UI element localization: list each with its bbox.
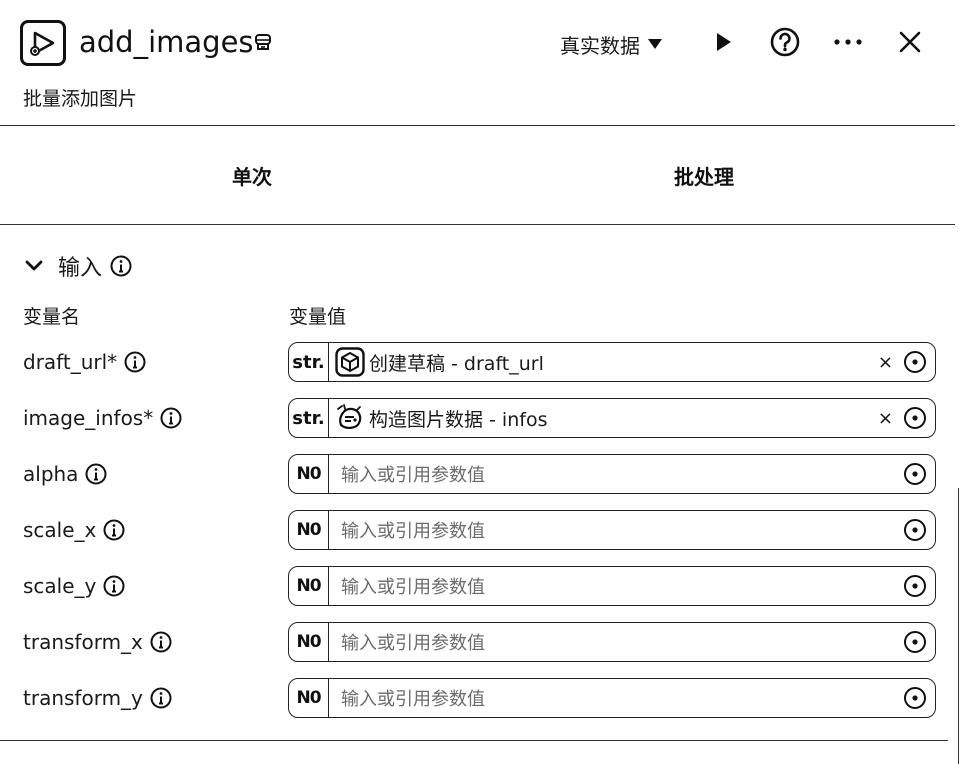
param-name-transform-y: transform_y xyxy=(23,678,172,718)
info-icon[interactable] xyxy=(85,463,107,485)
param-name-scale-x: scale_x xyxy=(23,510,125,550)
column-header-name: 变量名 xyxy=(23,306,81,328)
chevron-down-icon xyxy=(25,260,43,271)
value-input[interactable]: 输入或引用参数值 xyxy=(341,629,903,655)
type-tag: str. xyxy=(289,343,329,381)
info-icon[interactable] xyxy=(150,687,172,709)
divider xyxy=(0,224,955,225)
param-value-scale-x[interactable]: N0 输入或引用参数值 xyxy=(288,510,936,550)
section-title: 输入 xyxy=(58,256,103,281)
info-icon[interactable] xyxy=(110,255,132,277)
node-description: 批量添加图片 xyxy=(23,88,138,110)
variable-picker-icon[interactable] xyxy=(903,462,927,486)
info-icon[interactable] xyxy=(124,351,146,373)
divider xyxy=(0,740,948,741)
variable-picker-icon[interactable] xyxy=(903,574,927,598)
param-name-draft-url: draft_url* xyxy=(23,342,146,382)
variable-picker-icon[interactable] xyxy=(903,406,927,430)
param-value-image-infos[interactable]: str. 构造图片数据 - infos × xyxy=(288,398,936,438)
type-tag: N0 xyxy=(289,679,329,717)
variable-picker-icon[interactable] xyxy=(903,686,927,710)
reference-value[interactable]: 构造图片数据 - infos xyxy=(335,403,878,433)
variable-picker-icon[interactable] xyxy=(903,630,927,654)
param-value-alpha[interactable]: N0 输入或引用参数值 xyxy=(288,454,936,494)
input-section-toggle[interactable]: 输入 xyxy=(24,250,132,282)
value-input[interactable]: 输入或引用参数值 xyxy=(341,461,903,487)
close-button[interactable] xyxy=(892,24,928,60)
value-input[interactable]: 输入或引用参数值 xyxy=(341,573,903,599)
chevron-down-icon xyxy=(648,39,662,49)
close-icon xyxy=(899,31,921,53)
param-name-image-infos: image_infos* xyxy=(23,398,182,438)
param-name-label: transform_y xyxy=(23,686,143,710)
clear-button[interactable]: × xyxy=(878,408,893,429)
tab-single[interactable]: 单次 xyxy=(232,161,272,190)
param-name-transform-x: transform_x xyxy=(23,622,172,662)
param-value-transform-x[interactable]: N0 输入或引用参数值 xyxy=(288,622,936,662)
run-button[interactable] xyxy=(705,24,741,60)
param-name-label: draft_url* xyxy=(23,350,118,374)
data-source-label: 真实数据 xyxy=(560,33,640,58)
reference-text: 创建草稿 - draft_url xyxy=(369,352,544,375)
store-icon xyxy=(254,33,272,51)
type-tag: N0 xyxy=(289,623,329,661)
param-name-alpha: alpha xyxy=(23,454,107,494)
param-name-label: scale_y xyxy=(23,574,97,598)
help-button[interactable] xyxy=(767,24,803,60)
tab-batch[interactable]: 批处理 xyxy=(674,161,734,190)
value-input[interactable]: 输入或引用参数值 xyxy=(341,685,903,711)
mascot-icon xyxy=(335,403,365,433)
type-tag: str. xyxy=(289,399,329,437)
play-icon xyxy=(717,33,731,51)
more-button[interactable] xyxy=(830,24,866,60)
param-name-label: transform_x xyxy=(23,630,143,654)
variable-picker-icon[interactable] xyxy=(903,350,927,374)
type-tag: N0 xyxy=(289,455,329,493)
divider xyxy=(0,125,955,126)
column-header-value: 变量值 xyxy=(289,306,347,328)
param-value-draft-url[interactable]: str. 创建草稿 - draft_url × xyxy=(288,342,936,382)
reference-value[interactable]: 创建草稿 - draft_url xyxy=(335,347,878,377)
type-tag: N0 xyxy=(289,511,329,549)
param-name-scale-y: scale_y xyxy=(23,566,125,606)
param-value-scale-y[interactable]: N0 输入或引用参数值 xyxy=(288,566,936,606)
reference-text: 构造图片数据 - infos xyxy=(369,408,548,431)
node-title: add_images xyxy=(79,25,254,59)
info-icon[interactable] xyxy=(103,575,125,597)
info-icon[interactable] xyxy=(150,631,172,653)
data-source-dropdown[interactable]: 真实数据 xyxy=(560,28,662,60)
info-icon[interactable] xyxy=(103,519,125,541)
type-tag: N0 xyxy=(289,567,329,605)
info-icon[interactable] xyxy=(160,407,182,429)
cube-icon xyxy=(335,347,365,377)
plugin-node-panel: add_images 真实数据 批量添加图片 单次 批处理 输入 变量名 变量值… xyxy=(0,0,962,764)
clear-button[interactable]: × xyxy=(878,352,893,373)
scrollbar[interactable] xyxy=(958,488,962,764)
variable-picker-icon[interactable] xyxy=(903,518,927,542)
help-icon xyxy=(770,27,800,57)
video-play-icon xyxy=(20,20,66,66)
param-name-label: alpha xyxy=(23,462,79,486)
value-input[interactable]: 输入或引用参数值 xyxy=(341,517,903,543)
param-name-label: image_infos* xyxy=(23,406,154,430)
more-icon xyxy=(834,39,862,45)
param-name-label: scale_x xyxy=(23,518,97,542)
panel-header: add_images 真实数据 xyxy=(0,0,962,82)
param-value-transform-y[interactable]: N0 输入或引用参数值 xyxy=(288,678,936,718)
